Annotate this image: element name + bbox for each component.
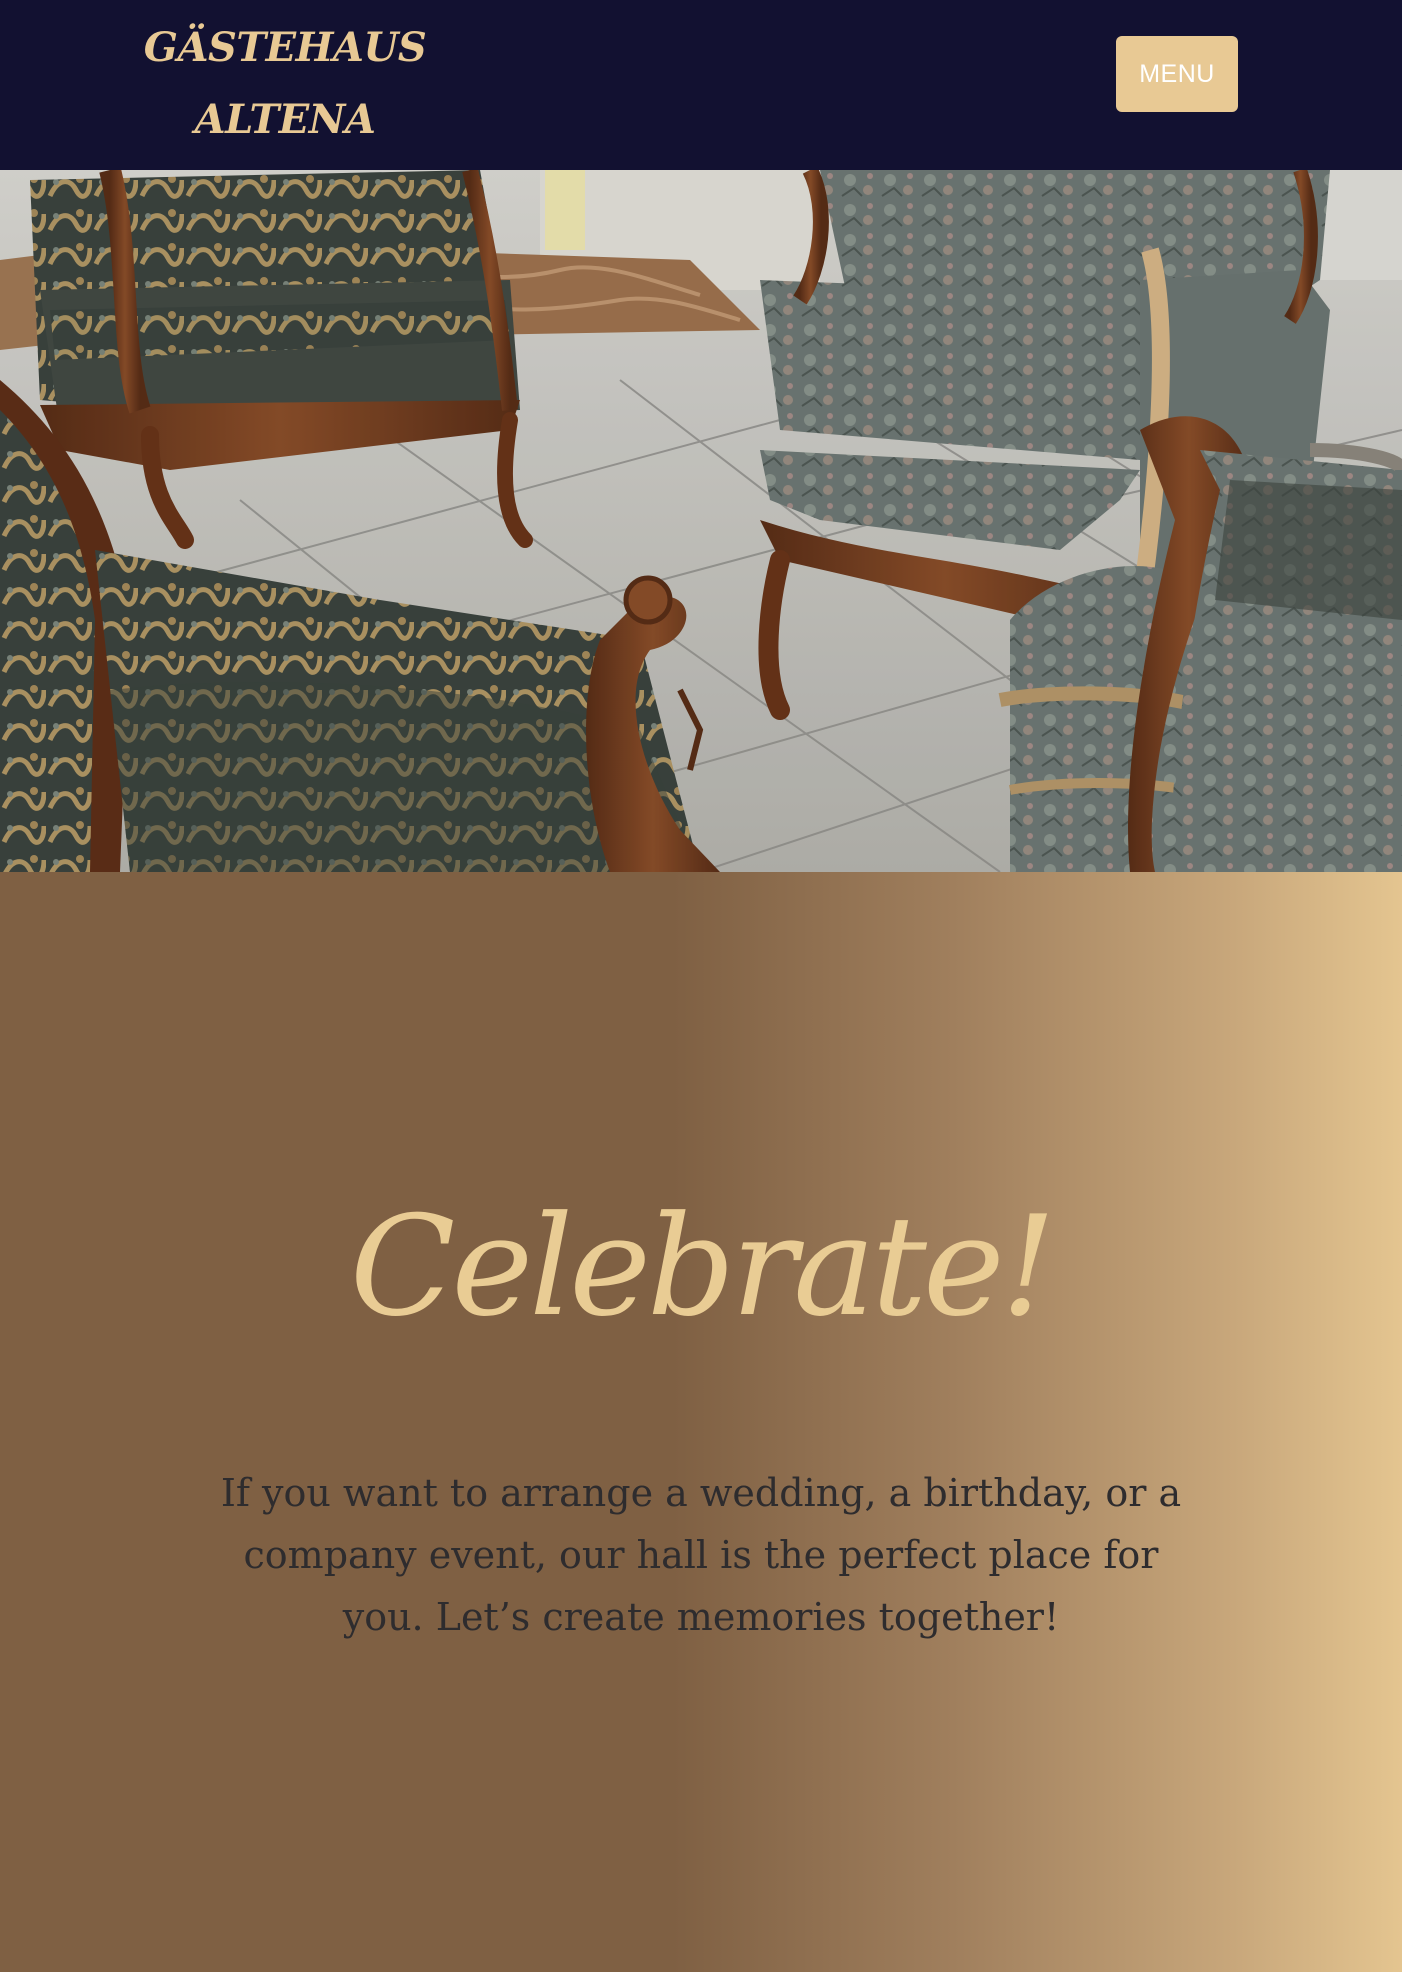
- site-header: GÄSTEHAUS ALTENA MENU: [0, 0, 1402, 170]
- menu-button[interactable]: MENU: [1116, 36, 1238, 112]
- logo-line-2: ALTENA: [194, 96, 376, 143]
- celebrate-section: Celebrate! If you want to arrange a wedd…: [0, 872, 1402, 1972]
- page-bottom-edge: [0, 1972, 1402, 1984]
- celebrate-title: Celebrate!: [349, 1186, 1056, 1347]
- armchairs-photo: [0, 170, 1402, 872]
- logo-line-1: GÄSTEHAUS: [143, 24, 427, 71]
- hero-image: [0, 170, 1402, 872]
- celebrate-description: If you want to arrange a wedding, a birt…: [220, 1471, 1182, 1639]
- site-logo[interactable]: GÄSTEHAUS ALTENA: [130, 12, 440, 156]
